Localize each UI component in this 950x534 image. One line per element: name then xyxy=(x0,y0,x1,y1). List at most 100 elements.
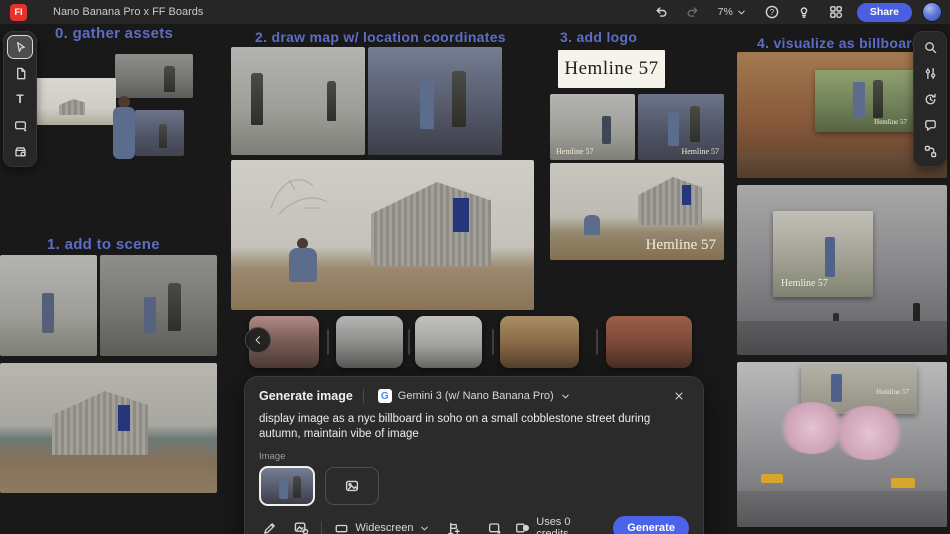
search-button[interactable] xyxy=(918,36,942,58)
chevron-left-icon xyxy=(252,334,264,346)
map-image-person-stone-dusk[interactable] xyxy=(368,47,502,155)
style-reference-button[interactable] xyxy=(442,518,463,534)
monolith-shape xyxy=(293,476,301,498)
header-divider xyxy=(363,389,364,404)
map-image-foggy-stones[interactable] xyxy=(231,47,365,155)
assets-tool-button[interactable] xyxy=(8,140,32,162)
zoom-level-control[interactable]: 7% xyxy=(714,4,751,20)
person-shape xyxy=(853,82,865,118)
billboard-shape: Hemline 57 xyxy=(773,211,873,297)
zoom-level-value: 7% xyxy=(718,6,733,18)
image-placeholder-icon xyxy=(344,478,360,494)
footer-divider xyxy=(321,521,322,534)
monolith-shape xyxy=(690,106,700,142)
scene-image-person-fence[interactable] xyxy=(0,255,97,356)
monolith-shape xyxy=(873,80,883,118)
billboard-image-blossom-street[interactable]: Hemline 57 xyxy=(737,362,947,527)
undo-button[interactable] xyxy=(650,2,672,22)
edit-prompt-button[interactable] xyxy=(259,518,280,534)
text-tool-button[interactable]: T xyxy=(8,88,32,110)
enhance-prompt-button[interactable] xyxy=(484,518,505,534)
select-tool-button[interactable] xyxy=(8,36,32,58)
scene-image-corrugated-house[interactable] xyxy=(0,363,217,493)
style-reference-icon xyxy=(446,521,461,534)
annotation-gather-assets[interactable]: 0. gather assets xyxy=(55,25,173,42)
billboard-image-rainy-street[interactable]: Hemline 57 xyxy=(737,185,947,355)
apps-button[interactable] xyxy=(825,2,847,22)
enhance-image-icon xyxy=(487,521,502,534)
annotation-add-logo[interactable]: 3. add logo xyxy=(560,29,637,45)
logo-image-person-stone[interactable]: Hemline 57 xyxy=(638,94,724,160)
billboard-logo-text: Hemline 57 xyxy=(876,388,909,396)
annotation-add-to-scene[interactable]: 1. add to scene xyxy=(47,236,160,253)
adjustments-button[interactable] xyxy=(918,62,942,84)
blue-door-shape xyxy=(118,405,130,431)
blue-door-shape xyxy=(453,198,469,232)
assets-box-icon xyxy=(13,144,28,159)
app-window: Hemline 57 Hemline 57 Hemline 57 Hemline… xyxy=(0,0,950,534)
svg-text:?: ? xyxy=(770,8,775,17)
house-shape xyxy=(638,177,702,225)
history-clock-icon xyxy=(923,92,938,107)
annotation-draw-map[interactable]: 2. draw map w/ location coordinates xyxy=(255,29,506,45)
street-shape xyxy=(737,491,947,527)
result-filmstrip xyxy=(244,314,702,370)
filmstrip-prev-button[interactable] xyxy=(245,327,271,353)
redo-button[interactable] xyxy=(682,2,704,22)
whats-new-button[interactable] xyxy=(793,2,815,22)
image-settings-button[interactable] xyxy=(290,518,311,534)
logo-image-foggy-house[interactable]: Hemline 57 xyxy=(550,94,635,160)
taxi-shape xyxy=(891,478,915,488)
comments-button[interactable] xyxy=(918,114,942,136)
generate-panel-header: Generate image G Gemini 3 (w/ Nano Banan… xyxy=(259,387,689,405)
logo-card[interactable]: Hemline 57 xyxy=(558,50,665,88)
asset-image-person-cutout[interactable] xyxy=(100,94,184,160)
app-logo[interactable]: Fl xyxy=(10,4,27,21)
house-shape xyxy=(59,99,85,115)
help-button[interactable]: ? xyxy=(761,2,783,22)
share-button[interactable]: Share xyxy=(857,3,912,22)
aspect-ratio-label: Widescreen xyxy=(355,522,413,534)
sitting-person-shape xyxy=(584,215,600,235)
workflow-nodes-icon xyxy=(923,144,938,159)
person-shape xyxy=(42,293,54,333)
asset-image-foggy-barn[interactable] xyxy=(115,54,193,98)
person-shape xyxy=(602,116,611,144)
logo-card-text: Hemline 57 xyxy=(564,58,658,80)
chevron-down-icon xyxy=(736,7,747,18)
shape-tool-button[interactable] xyxy=(8,114,32,136)
user-avatar[interactable] xyxy=(922,2,942,22)
reference-image-thumbnail[interactable] xyxy=(259,466,315,506)
add-reference-image-button[interactable] xyxy=(325,467,379,505)
file-import-icon xyxy=(13,66,28,81)
prompt-input[interactable]: display image as a nyc billboard in soho… xyxy=(259,412,689,442)
billboard-logo-text: Hemline 57 xyxy=(781,278,828,289)
scene-image-person-stone[interactable] xyxy=(100,255,217,356)
billboard-logo-text: Hemline 57 xyxy=(681,147,719,156)
result-thumbnail[interactable] xyxy=(415,316,482,368)
map-image-main-scene[interactable] xyxy=(231,160,534,310)
person-shape xyxy=(144,297,156,333)
result-thumbnail[interactable] xyxy=(336,316,403,368)
chevron-down-icon xyxy=(419,523,430,534)
logo-image-wide-scene[interactable]: Hemline 57 xyxy=(550,163,724,260)
text-tool-icon: T xyxy=(16,92,23,106)
monolith-shape xyxy=(452,71,466,127)
monolith-shape xyxy=(327,81,336,121)
model-selector[interactable]: G Gemini 3 (w/ Nano Banana Pro) xyxy=(374,387,575,405)
widescreen-frame-icon xyxy=(334,521,349,534)
result-thumbnail[interactable] xyxy=(606,316,692,368)
history-button[interactable] xyxy=(918,88,942,110)
billboard-logo-text: Hemline 57 xyxy=(874,118,907,126)
generate-button[interactable]: Generate xyxy=(613,516,689,534)
aspect-ratio-select[interactable]: Widescreen xyxy=(332,519,432,534)
workflows-button[interactable] xyxy=(918,140,942,162)
close-panel-button[interactable] xyxy=(669,386,689,406)
annotation-visualize-billboard[interactable]: 4. visualize as billboard xyxy=(757,35,921,51)
blossom-tree-shape xyxy=(833,406,905,460)
document-title[interactable]: Nano Banana Pro x FF Boards xyxy=(53,6,203,18)
import-file-tool-button[interactable] xyxy=(8,62,32,84)
search-icon xyxy=(923,40,938,55)
sitting-person-shape xyxy=(289,248,317,282)
result-thumbnail[interactable] xyxy=(500,316,579,368)
